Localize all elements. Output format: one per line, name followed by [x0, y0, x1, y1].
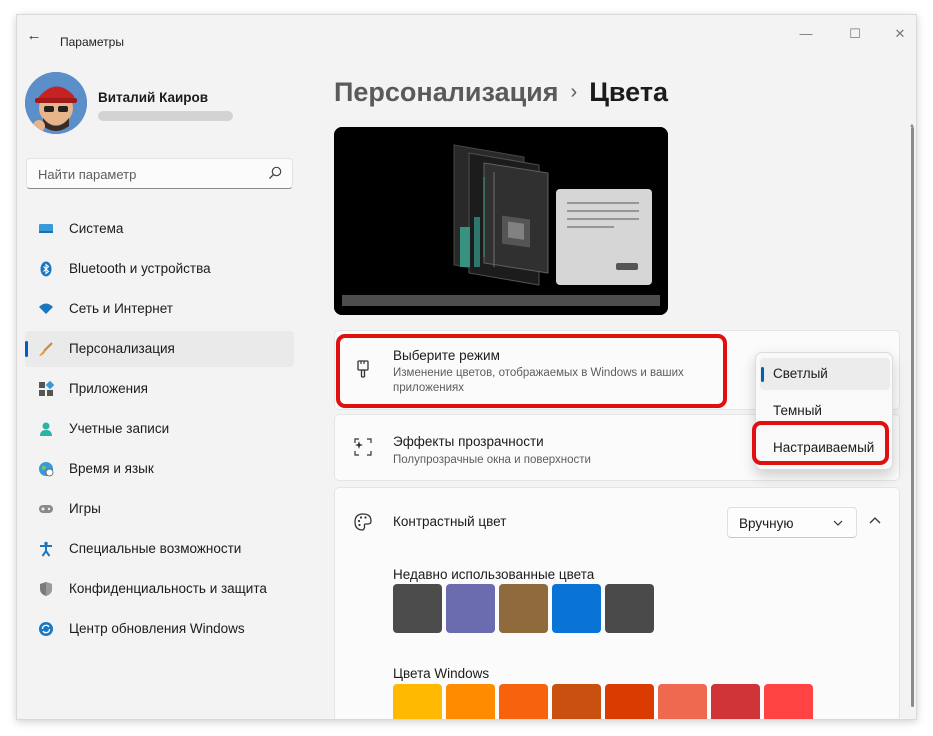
- title-bar: ← Параметры — ☐ ✕: [17, 15, 916, 55]
- sidebar-item-network[interactable]: Сеть и Интернет: [25, 291, 294, 327]
- windows-color-swatch[interactable]: [605, 684, 654, 719]
- sidebar-item-privacy[interactable]: Конфиденциальность и защита: [25, 571, 294, 607]
- page-title: Цвета: [589, 77, 669, 107]
- sidebar-item-label: Сеть и Интернет: [69, 301, 173, 316]
- transparency-icon: [354, 438, 372, 456]
- recent-color-swatch[interactable]: [605, 584, 654, 633]
- avatar[interactable]: [25, 72, 87, 134]
- app-title: Параметры: [60, 35, 124, 49]
- brush-icon: [39, 342, 53, 356]
- sidebar-item-label: Время и язык: [69, 461, 154, 476]
- windows-color-swatch[interactable]: [764, 684, 813, 719]
- highlight-choose-mode: [336, 334, 727, 408]
- transparency-description: Полупрозрачные окна и поверхности: [393, 454, 591, 466]
- sidebar-item-time-language[interactable]: Время и язык: [25, 451, 294, 487]
- sidebar-item-label: Игры: [69, 501, 101, 516]
- recent-color-swatch[interactable]: [552, 584, 601, 633]
- sidebar-nav: Система Bluetooth и устройства Сеть и Ин…: [17, 211, 302, 651]
- mode-option-light[interactable]: Светлый: [760, 358, 890, 390]
- account-icon: [40, 422, 52, 436]
- scrollbar-thumb[interactable]: [911, 127, 914, 707]
- apps-icon: [39, 381, 54, 396]
- windows-color-swatch[interactable]: [552, 684, 601, 719]
- windows-color-swatch[interactable]: [393, 684, 442, 719]
- transparency-title: Эффекты прозрачности: [393, 434, 544, 449]
- palette-icon: [354, 513, 372, 531]
- windows-color-swatch[interactable]: [499, 684, 548, 719]
- shield-icon: [40, 582, 52, 596]
- sidebar-item-label: Bluetooth и устройства: [69, 261, 211, 276]
- close-button[interactable]: ✕: [888, 24, 912, 44]
- search-icon[interactable]: [267, 165, 283, 181]
- settings-window: ← Параметры — ☐ ✕ Виталий Каиров Найти п…: [16, 14, 917, 720]
- windows-color-swatch[interactable]: [711, 684, 760, 719]
- user-email-redacted: [98, 111, 233, 121]
- mode-option-label: Темный: [773, 403, 822, 418]
- avatar-image: [25, 72, 87, 134]
- windows-color-swatch[interactable]: [658, 684, 707, 719]
- sidebar-item-accounts[interactable]: Учетные записи: [25, 411, 294, 447]
- sidebar-item-personalization[interactable]: Персонализация: [25, 331, 294, 367]
- accent-color-title: Контрастный цвет: [393, 514, 507, 529]
- sidebar-item-windows-update[interactable]: Центр обновления Windows: [25, 611, 294, 647]
- sidebar-item-label: Конфиденциальность и защита: [69, 581, 267, 596]
- accent-color-card: Контрастный цвет Вручную Недавно использ…: [334, 487, 900, 719]
- windows-colors-label: Цвета Windows: [393, 666, 490, 681]
- chevron-down-icon: [833, 520, 843, 526]
- mode-option-label: Светлый: [773, 366, 828, 381]
- search-placeholder: Найти параметр: [38, 167, 137, 182]
- wifi-icon: [39, 303, 53, 314]
- breadcrumb: Персонализация › Цвета: [334, 77, 668, 108]
- sidebar-item-system[interactable]: Система: [25, 211, 294, 247]
- sidebar-item-bluetooth[interactable]: Bluetooth и устройства: [25, 251, 294, 287]
- chevron-right-icon: ›: [570, 81, 578, 103]
- accessibility-icon: [40, 541, 52, 557]
- gamepad-icon: [39, 505, 53, 513]
- chevron-up-icon[interactable]: [867, 513, 883, 529]
- user-name: Виталий Каиров: [98, 90, 209, 105]
- sidebar-item-label: Система: [69, 221, 124, 236]
- sidebar-item-apps[interactable]: Приложения: [25, 371, 294, 407]
- windows-color-swatch[interactable]: [446, 684, 495, 719]
- accent-mode-value: Вручную: [739, 516, 794, 531]
- breadcrumb-parent[interactable]: Персонализация: [334, 77, 559, 107]
- highlight-custom-option: [752, 421, 889, 465]
- theme-preview-image: [334, 127, 668, 315]
- sidebar-item-label: Приложения: [69, 381, 148, 396]
- recent-colors-label: Недавно использованные цвета: [393, 567, 595, 582]
- sidebar-item-label: Учетные записи: [69, 421, 170, 436]
- recent-color-swatch[interactable]: [499, 584, 548, 633]
- update-icon: [39, 622, 53, 636]
- preview-illustration: [334, 127, 668, 315]
- sidebar-item-gaming[interactable]: Игры: [25, 491, 294, 527]
- sidebar-item-label: Центр обновления Windows: [69, 621, 245, 636]
- recent-color-swatch[interactable]: [393, 584, 442, 633]
- globe-icon: [39, 462, 54, 477]
- sidebar-item-label: Персонализация: [69, 341, 175, 356]
- system-icon: [39, 224, 53, 233]
- bluetooth-icon: [40, 261, 52, 277]
- sidebar-item-accessibility[interactable]: Специальные возможности: [25, 531, 294, 567]
- search-input[interactable]: Найти параметр: [26, 158, 293, 189]
- sidebar-item-label: Специальные возможности: [69, 541, 242, 556]
- accent-mode-select[interactable]: Вручную: [727, 507, 857, 538]
- maximize-button[interactable]: ☐: [843, 24, 867, 44]
- recent-color-swatch[interactable]: [446, 584, 495, 633]
- minimize-button[interactable]: —: [794, 24, 818, 44]
- back-arrow-icon[interactable]: ←: [25, 27, 43, 45]
